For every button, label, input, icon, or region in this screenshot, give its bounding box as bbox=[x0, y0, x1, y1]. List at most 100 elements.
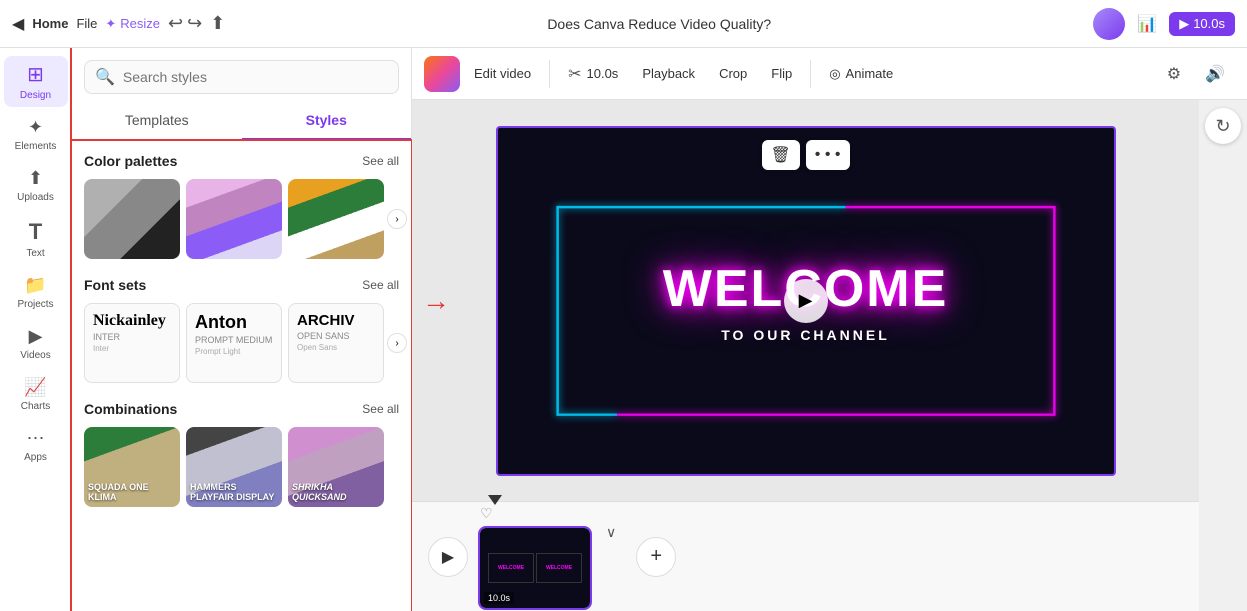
timeline-play-button[interactable]: ▶ bbox=[428, 537, 468, 577]
color-palettes-header: Color palettes See all bbox=[84, 153, 399, 169]
undo-redo-group: ↩ ↪ bbox=[168, 13, 202, 34]
color-palettes-title: Color palettes bbox=[84, 153, 177, 169]
topbar: ◀ Home File ✦ Resize ↩ ↪ ⬆ Does Canva Re… bbox=[0, 0, 1247, 48]
palette-item-gray[interactable] bbox=[84, 179, 180, 259]
more-options-button[interactable]: • • • bbox=[806, 140, 850, 170]
sidebar-item-text-label: Text bbox=[26, 248, 44, 259]
edit-video-label: Edit video bbox=[474, 66, 531, 81]
cloud-save-button[interactable]: ⬆ bbox=[210, 13, 225, 34]
undo-button[interactable]: ↩ bbox=[168, 13, 183, 34]
home-label[interactable]: Home bbox=[32, 16, 68, 31]
flip-button[interactable]: Flip bbox=[761, 60, 802, 87]
palette-item-pink[interactable] bbox=[186, 179, 282, 259]
combo-item-hammers[interactable]: HAMMERSPlayfair Display bbox=[186, 427, 282, 507]
fonts-next-arrow[interactable]: › bbox=[387, 333, 407, 353]
sidebar-item-charts[interactable]: 📈 Charts bbox=[4, 371, 68, 418]
timeline-scrubber[interactable] bbox=[488, 495, 502, 505]
sidebar-item-projects[interactable]: 📁 Projects bbox=[4, 269, 68, 316]
combinations-header: Combinations See all bbox=[84, 401, 399, 417]
elements-icon: ✦ bbox=[28, 117, 43, 138]
sidebar-item-uploads[interactable]: ⬆ Uploads bbox=[4, 162, 68, 209]
tab-templates[interactable]: Templates bbox=[72, 102, 242, 140]
resize-button[interactable]: ✦ Resize bbox=[105, 16, 160, 32]
redo-button[interactable]: ↪ bbox=[187, 13, 202, 34]
track-duration-label: 10.0s bbox=[484, 592, 514, 604]
timeline-collapse-button[interactable]: ∨ bbox=[606, 524, 616, 541]
crop-button[interactable]: Crop bbox=[709, 60, 757, 87]
playback-button[interactable]: Playback bbox=[632, 60, 705, 87]
animate-icon: ◎ bbox=[829, 66, 840, 82]
analytics-icon[interactable]: 📊 bbox=[1133, 10, 1161, 38]
color-palettes-see-all[interactable]: See all bbox=[362, 154, 399, 168]
combo-text-3: ShrikhaQuicksand bbox=[292, 483, 347, 503]
main-layout: ⊞ Design ✦ Elements ⬆ Uploads T Text 📁 P… bbox=[0, 48, 1247, 611]
text-icon: T bbox=[29, 219, 42, 245]
font-sets-header: Font sets See all bbox=[84, 277, 399, 293]
scissors-button[interactable]: ✂ 10.0s bbox=[558, 58, 628, 90]
video-canvas[interactable]: 🗑 • • • bbox=[496, 126, 1116, 476]
red-arrow-indicator: → bbox=[422, 285, 450, 317]
timeline: ▶ ♡ bbox=[412, 501, 1199, 611]
sidebar-item-uploads-label: Uploads bbox=[17, 192, 54, 203]
combinations-title: Combinations bbox=[84, 401, 177, 417]
sidebar-item-elements[interactable]: ✦ Elements bbox=[4, 111, 68, 158]
present-button[interactable]: ▶ 10.0s bbox=[1169, 12, 1235, 36]
color-swatch[interactable] bbox=[424, 56, 460, 92]
video-play-button[interactable]: ▶ bbox=[784, 279, 828, 323]
font-set-sub2-1: Inter bbox=[93, 344, 171, 353]
avatar[interactable] bbox=[1093, 8, 1125, 40]
settings-icon: ⚙ bbox=[1167, 64, 1181, 84]
font-sets-see-all[interactable]: See all bbox=[362, 278, 399, 292]
videos-icon: ▶ bbox=[29, 326, 43, 347]
topbar-left: ◀ Home File ✦ Resize ↩ ↪ ⬆ bbox=[12, 13, 225, 34]
volume-button[interactable]: 🔊 bbox=[1195, 58, 1235, 90]
font-set-nickainley[interactable]: Nickainley INTER Inter bbox=[84, 303, 180, 383]
combo-item-shrikha[interactable]: ShrikhaQuicksand bbox=[288, 427, 384, 507]
toolbar-divider-2 bbox=[810, 60, 811, 88]
design-icon: ⊞ bbox=[27, 62, 44, 87]
sidebar-item-design[interactable]: ⊞ Design bbox=[4, 56, 68, 107]
edit-video-button[interactable]: Edit video bbox=[464, 60, 541, 87]
uploads-icon: ⬆ bbox=[28, 168, 43, 189]
sidebar-item-design-label: Design bbox=[20, 90, 51, 101]
favorite-button[interactable]: ♡ bbox=[480, 505, 590, 522]
apps-icon: ⋯ bbox=[27, 428, 45, 449]
search-input[interactable] bbox=[123, 69, 388, 85]
back-button[interactable]: ◀ bbox=[12, 14, 24, 34]
volume-icon: 🔊 bbox=[1205, 64, 1225, 84]
sidebar-item-projects-label: Projects bbox=[17, 299, 53, 310]
sidebar-item-text[interactable]: T Text bbox=[4, 213, 68, 265]
sidebar-item-videos[interactable]: ▶ Videos bbox=[4, 320, 68, 367]
font-set-archiv[interactable]: ARCHIV OPEN SANS Open Sans bbox=[288, 303, 384, 383]
animate-button[interactable]: ◎ Animate bbox=[819, 60, 903, 88]
refresh-button[interactable]: ↻ bbox=[1205, 108, 1241, 144]
sidebar: ⊞ Design ✦ Elements ⬆ Uploads T Text 📁 P… bbox=[0, 48, 72, 611]
add-scene-button[interactable]: + bbox=[636, 537, 676, 577]
font-set-sub-1: INTER bbox=[93, 332, 171, 342]
combinations-see-all[interactable]: See all bbox=[362, 402, 399, 416]
tab-styles[interactable]: Styles bbox=[242, 102, 412, 140]
file-label[interactable]: File bbox=[76, 16, 97, 31]
sidebar-item-videos-label: Videos bbox=[20, 350, 50, 361]
font-set-name-3: ARCHIV bbox=[297, 312, 375, 329]
panel-body: Color palettes See all › Font sets See a… bbox=[72, 141, 411, 611]
palettes-next-arrow[interactable]: › bbox=[387, 209, 407, 229]
delete-button[interactable]: 🗑 bbox=[761, 140, 799, 170]
play-icon: ▶ bbox=[1179, 16, 1189, 32]
combo-text-1: SQUADA ONEKlima bbox=[88, 483, 149, 503]
design-panel: 🔍 Templates Styles Color palettes See al… bbox=[72, 48, 412, 611]
timeline-play-icon: ▶ bbox=[442, 547, 454, 567]
canvas-wrap: → 🗑 • • • bbox=[412, 100, 1199, 501]
font-set-name-2: Anton bbox=[195, 312, 273, 333]
combo-item-squada[interactable]: SQUADA ONEKlima bbox=[84, 427, 180, 507]
font-set-anton[interactable]: Anton Prompt Medium Prompt Light bbox=[186, 303, 282, 383]
sidebar-item-apps[interactable]: ⋯ Apps bbox=[4, 422, 68, 469]
settings-button[interactable]: ⚙ bbox=[1157, 58, 1191, 90]
sidebar-item-apps-label: Apps bbox=[24, 452, 47, 463]
timeline-track-1[interactable]: WELCOME WELCOME 10.0s bbox=[480, 528, 590, 608]
panel-tabs: Templates Styles bbox=[72, 102, 411, 141]
font-set-sub-3: OPEN SANS bbox=[297, 331, 375, 341]
palette-item-green[interactable] bbox=[288, 179, 384, 259]
combinations-row: SQUADA ONEKlima HAMMERSPlayfair Display … bbox=[84, 427, 399, 507]
flip-label: Flip bbox=[771, 66, 792, 81]
